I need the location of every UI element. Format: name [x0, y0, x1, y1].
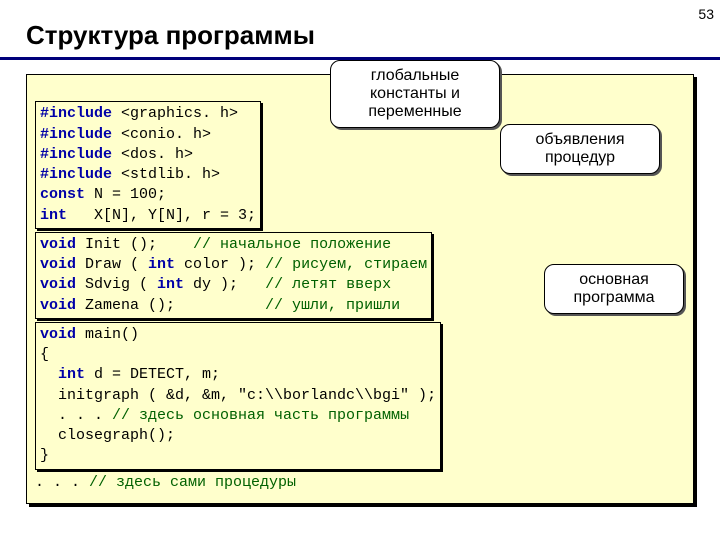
page-title: Структура программы — [0, 0, 720, 60]
page-number: 53 — [698, 6, 714, 22]
code-text: color ); — [175, 256, 265, 273]
code-text: d = DETECT, m; — [85, 366, 220, 383]
comment: // начальное положение — [193, 236, 391, 253]
kw-const: const — [40, 186, 85, 203]
callout-procedures-decl: объявления процедур — [500, 124, 660, 174]
comment: // рисуем, стираем — [265, 256, 427, 273]
comment: // летят вверх — [265, 276, 391, 293]
kw-void: void — [40, 276, 76, 293]
kw-include: #include — [40, 166, 112, 183]
code-text: . . . — [35, 474, 89, 491]
comment: // здесь основная часть программы — [112, 407, 409, 424]
kw-include: #include — [40, 146, 112, 163]
code-text: dy ); — [184, 276, 265, 293]
code-text: } — [40, 447, 49, 464]
code-text: closegraph(); — [40, 427, 175, 444]
code-text: Init (); — [76, 236, 193, 253]
comment: // ушли, пришли — [265, 297, 400, 314]
code-text: <stdlib. h> — [112, 166, 220, 183]
code-text — [40, 366, 58, 383]
code-text: <conio. h> — [112, 126, 211, 143]
kw-void: void — [40, 236, 76, 253]
kw-include: #include — [40, 126, 112, 143]
kw-void: void — [40, 256, 76, 273]
code-text: <graphics. h> — [112, 105, 238, 122]
kw-include: #include — [40, 105, 112, 122]
code-text: { — [40, 346, 49, 363]
callout-globals: глобальные константы и переменные — [330, 60, 500, 128]
code-text: N = 100; — [85, 186, 166, 203]
kw-void: void — [40, 326, 76, 343]
code-text: X[N], Y[N], r = 3; — [67, 207, 256, 224]
code-text: Draw ( — [76, 256, 148, 273]
comment: // здесь сами процедуры — [89, 474, 296, 491]
code-text: Zamena (); — [76, 297, 265, 314]
kw-int: int — [40, 207, 67, 224]
kw-int: int — [148, 256, 175, 273]
kw-int: int — [58, 366, 85, 383]
code-text: Sdvig ( — [76, 276, 157, 293]
callout-main-program: основная программа — [544, 264, 684, 314]
code-text: . . . — [40, 407, 112, 424]
code-text: main() — [76, 326, 139, 343]
kw-void: void — [40, 297, 76, 314]
code-text: <dos. h> — [112, 146, 193, 163]
kw-int: int — [157, 276, 184, 293]
code-text: initgraph ( &d, &m, "c:\\borlandc\\bgi" … — [40, 387, 436, 404]
